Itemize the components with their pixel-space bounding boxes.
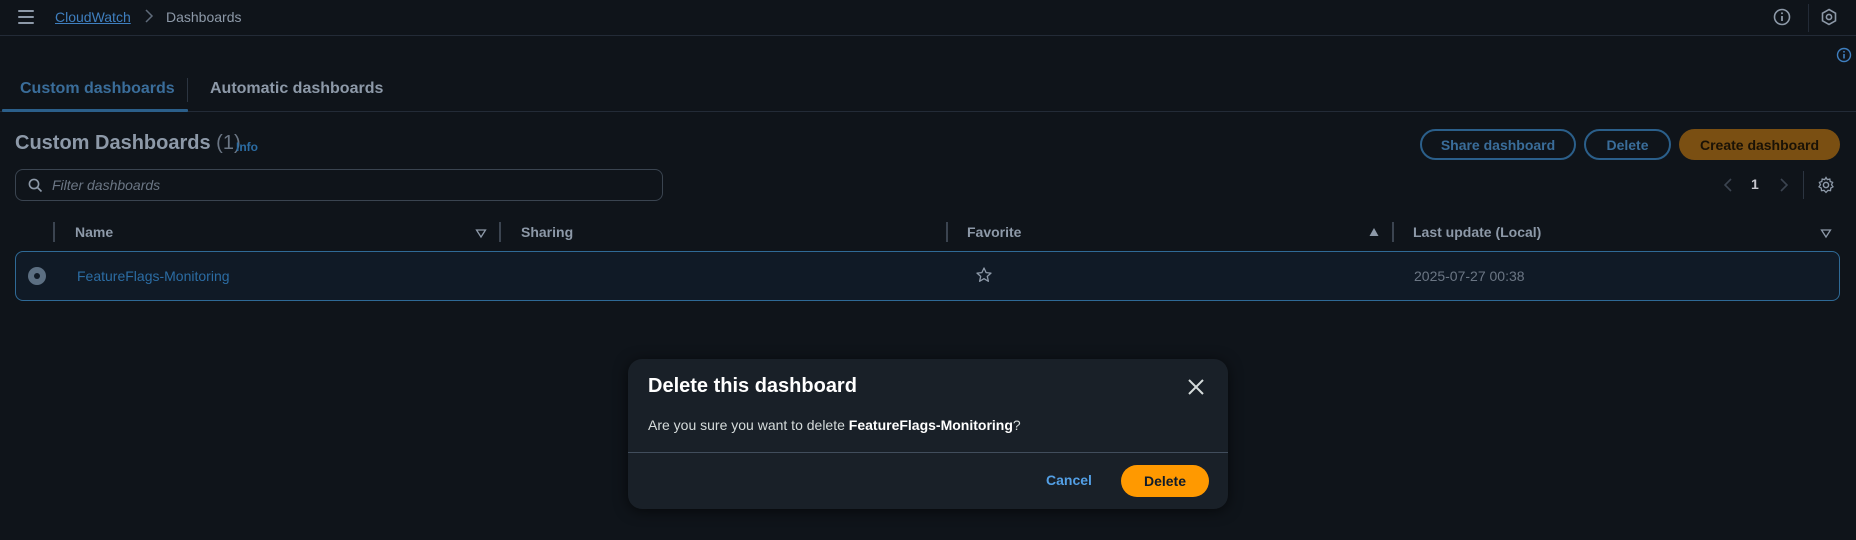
modal-message-prefix: Are you sure you want to delete [648, 417, 849, 433]
share-dashboard-button[interactable]: Share dashboard [1420, 129, 1576, 160]
previous-page-icon[interactable] [1722, 175, 1734, 195]
favorite-star-icon[interactable] [975, 266, 993, 284]
dashboard-tabs: Custom dashboards Automatic dashboards [0, 70, 1856, 112]
page-title-text: Custom Dashboards [15, 132, 211, 154]
last-update-cell: 2025-07-27 00:38 [1414, 268, 1525, 284]
sort-descending-icon[interactable] [475, 227, 487, 239]
breadcrumb-current: Dashboards [166, 9, 242, 25]
tab-separator [187, 78, 188, 102]
table-row[interactable]: FeatureFlags-Monitoring 2025-07-27 00:38 [15, 251, 1840, 301]
modal-message: Are you sure you want to delete FeatureF… [648, 417, 1021, 433]
sort-ascending-icon[interactable] [1368, 226, 1380, 238]
topbar-divider [1808, 4, 1809, 32]
current-page-number[interactable]: 1 [1751, 176, 1759, 192]
tab-custom-dashboards[interactable]: Custom dashboards [20, 80, 175, 98]
top-navigation-bar: CloudWatch Dashboards [0, 0, 1856, 36]
table-preferences-gear-icon[interactable] [1817, 176, 1835, 194]
info-icon[interactable] [1772, 7, 1792, 27]
info-link[interactable]: Info [236, 140, 258, 154]
column-header-favorite[interactable]: Favorite [967, 224, 1021, 240]
cancel-button[interactable]: Cancel [1046, 472, 1092, 488]
search-icon [28, 178, 43, 193]
breadcrumb-cloudwatch-link[interactable]: CloudWatch [55, 9, 131, 25]
settings-cog-icon[interactable] [1819, 7, 1839, 27]
modal-title: Delete this dashboard [648, 375, 857, 397]
row-select-radio[interactable] [28, 267, 46, 285]
column-header-sharing[interactable]: Sharing [521, 224, 573, 240]
create-dashboard-button[interactable]: Create dashboard [1679, 129, 1840, 160]
chevron-right-icon [145, 9, 154, 23]
menu-icon[interactable] [18, 10, 34, 24]
confirm-delete-button[interactable]: Delete [1121, 465, 1209, 497]
filter-dashboards-input[interactable] [52, 170, 652, 200]
column-header-last-update[interactable]: Last update (Local) [1413, 224, 1541, 240]
delete-dashboard-modal: Delete this dashboard Are you sure you w… [628, 359, 1228, 509]
modal-message-suffix: ? [1012, 417, 1021, 433]
filter-box [15, 169, 663, 201]
active-tab-indicator [2, 109, 188, 112]
column-separator[interactable] [1392, 222, 1394, 242]
side-panel-info-icon[interactable] [1836, 47, 1852, 63]
next-page-icon[interactable] [1778, 175, 1790, 195]
radio-selected-dot [34, 273, 40, 279]
column-header-name[interactable]: Name [75, 224, 113, 240]
page-title: Custom Dashboards (1) [15, 132, 241, 155]
sort-descending-icon[interactable] [1820, 227, 1832, 239]
dashboard-name-link[interactable]: FeatureFlags-Monitoring [77, 268, 230, 284]
column-separator[interactable] [946, 222, 948, 242]
modal-dashboard-name: FeatureFlags-Monitoring [848, 417, 1013, 433]
column-separator [53, 222, 55, 242]
modal-divider [628, 452, 1228, 453]
tab-automatic-dashboards[interactable]: Automatic dashboards [210, 80, 383, 98]
delete-button[interactable]: Delete [1584, 129, 1671, 160]
column-separator[interactable] [499, 222, 501, 242]
close-icon[interactable] [1186, 377, 1206, 397]
pagination-divider [1803, 171, 1804, 199]
